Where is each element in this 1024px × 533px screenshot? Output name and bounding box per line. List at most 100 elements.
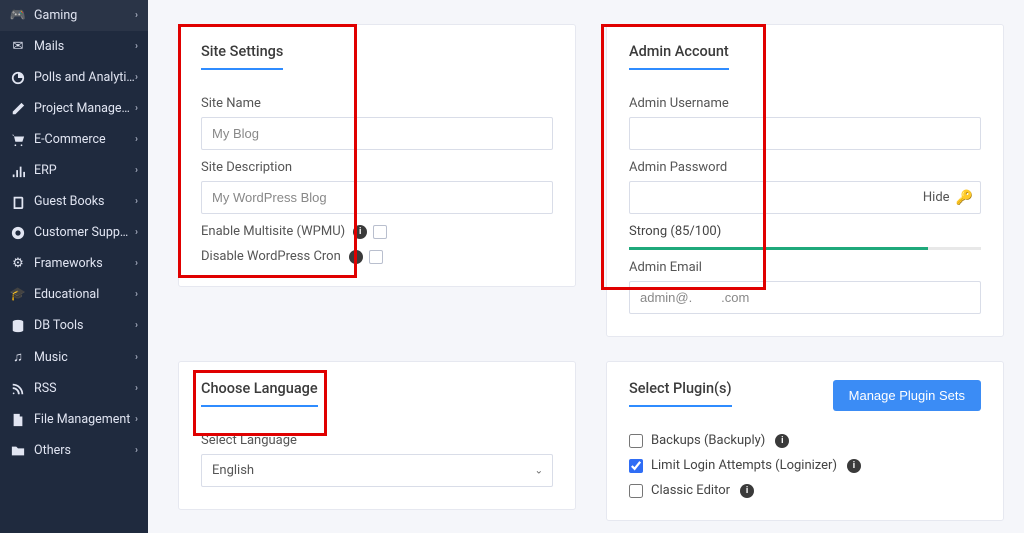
- file-icon: [10, 413, 26, 427]
- chevron-right-icon: ›: [135, 383, 138, 394]
- plugins-title: Select Plugin(s): [629, 380, 732, 407]
- sidebar-item-label: Polls and Analytics: [34, 70, 135, 85]
- select-language-label: Select Language: [201, 433, 553, 448]
- multisite-label: Enable Multisite (WPMU): [201, 224, 345, 239]
- admin-account-card: Admin Account Admin Username Admin Passw…: [606, 24, 1004, 337]
- plugin-label: Backups (Backuply): [651, 433, 765, 448]
- language-select[interactable]: English: [201, 454, 553, 487]
- info-icon[interactable]: i: [740, 484, 754, 498]
- password-strength-bar: [629, 247, 981, 250]
- plugin-backups-checkbox[interactable]: [629, 434, 643, 448]
- site-settings-card: Site Settings Site Name Site Description…: [178, 24, 576, 287]
- cron-checkbox[interactable]: [369, 250, 383, 264]
- sidebar-item-label: Others: [34, 443, 135, 458]
- chart-icon: [10, 71, 26, 85]
- info-icon[interactable]: i: [353, 225, 367, 239]
- grad-cap-icon: 🎓: [10, 287, 26, 302]
- sidebar-item-label: Mails: [34, 39, 135, 54]
- chevron-right-icon: ›: [135, 10, 138, 21]
- sidebar-item-guestbooks[interactable]: Guest Books ›: [0, 186, 148, 217]
- sidebar-item-frameworks[interactable]: ⚙ Frameworks ›: [0, 248, 148, 279]
- plugin-loginizer-checkbox[interactable]: [629, 459, 643, 473]
- sidebar-item-support[interactable]: Customer Support ›: [0, 217, 148, 248]
- plugin-classic-editor-checkbox[interactable]: [629, 484, 643, 498]
- admin-pass-label: Admin Password: [629, 160, 981, 175]
- admin-user-input[interactable]: [629, 117, 981, 150]
- rss-icon: [10, 382, 26, 396]
- sidebar: 🎮 Gaming › ✉ Mails › Polls and Analytics…: [0, 0, 148, 533]
- music-icon: ♫: [10, 349, 26, 365]
- chevron-right-icon: ›: [135, 289, 138, 300]
- chevron-right-icon: ›: [135, 320, 138, 331]
- chevron-right-icon: ›: [135, 352, 138, 363]
- chevron-right-icon: ›: [135, 72, 138, 83]
- pencil-icon: [10, 102, 26, 116]
- multisite-checkbox[interactable]: [373, 225, 387, 239]
- sidebar-item-label: DB Tools: [34, 318, 135, 333]
- manage-plugin-sets-button[interactable]: Manage Plugin Sets: [833, 380, 981, 411]
- sidebar-item-label: Frameworks: [34, 256, 135, 271]
- sidebar-item-rss[interactable]: RSS ›: [0, 373, 148, 404]
- sidebar-item-label: Project Management: [34, 101, 135, 116]
- gamepad-icon: 🎮: [10, 8, 26, 23]
- info-icon[interactable]: i: [775, 434, 789, 448]
- chevron-right-icon: ›: [135, 414, 138, 425]
- site-name-label: Site Name: [201, 96, 553, 111]
- plugin-label: Classic Editor: [651, 483, 730, 498]
- chevron-right-icon: ›: [135, 103, 138, 114]
- hide-password-toggle[interactable]: Hide: [923, 190, 950, 205]
- sidebar-item-label: Customer Support: [34, 225, 135, 240]
- info-icon[interactable]: i: [847, 459, 861, 473]
- envelope-icon: ✉: [10, 39, 26, 54]
- plugins-card: Select Plugin(s) Manage Plugin Sets Back…: [606, 361, 1004, 521]
- site-desc-input[interactable]: [201, 181, 553, 214]
- cart-icon: [10, 133, 26, 147]
- site-settings-title: Site Settings: [201, 43, 283, 70]
- sidebar-item-erp[interactable]: ERP ›: [0, 155, 148, 186]
- language-title: Choose Language: [201, 380, 318, 407]
- sidebar-item-dbtools[interactable]: DB Tools ›: [0, 310, 148, 341]
- sidebar-item-label: E-Commerce: [34, 132, 135, 147]
- info-icon[interactable]: i: [349, 250, 363, 264]
- admin-account-title: Admin Account: [629, 43, 729, 70]
- chevron-right-icon: ›: [135, 41, 138, 52]
- sidebar-item-filemgmt[interactable]: File Management ›: [0, 404, 148, 435]
- admin-email-label: Admin Email: [629, 260, 981, 275]
- sidebar-item-ecommerce[interactable]: E-Commerce ›: [0, 124, 148, 155]
- sidebar-item-educational[interactable]: 🎓 Educational ›: [0, 279, 148, 310]
- sidebar-item-mails[interactable]: ✉ Mails ›: [0, 31, 148, 62]
- chevron-right-icon: ›: [135, 196, 138, 207]
- book-icon: [10, 195, 26, 209]
- sidebar-item-label: Educational: [34, 287, 135, 302]
- chevron-right-icon: ›: [135, 258, 138, 269]
- chevron-right-icon: ›: [135, 445, 138, 456]
- gears-icon: ⚙: [10, 256, 26, 271]
- password-strength-label: Strong (85/100): [629, 224, 981, 239]
- folder-icon: [10, 444, 26, 458]
- admin-user-label: Admin Username: [629, 96, 981, 111]
- sidebar-item-gaming[interactable]: 🎮 Gaming ›: [0, 0, 148, 31]
- admin-email-input[interactable]: [629, 281, 981, 314]
- site-desc-label: Site Description: [201, 160, 553, 175]
- database-icon: [10, 319, 26, 333]
- sidebar-item-label: Music: [34, 350, 135, 365]
- chevron-right-icon: ›: [135, 227, 138, 238]
- plugin-label: Limit Login Attempts (Loginizer): [651, 458, 837, 473]
- sidebar-item-others[interactable]: Others ›: [0, 435, 148, 466]
- sidebar-item-label: RSS: [34, 381, 135, 396]
- sidebar-item-label: ERP: [34, 163, 135, 178]
- sidebar-item-label: Guest Books: [34, 194, 135, 209]
- sidebar-item-project[interactable]: Project Management ›: [0, 93, 148, 124]
- chevron-right-icon: ›: [135, 134, 138, 145]
- life-ring-icon: [10, 226, 26, 240]
- language-card: Choose Language Select Language English …: [178, 361, 576, 510]
- site-name-input[interactable]: [201, 117, 553, 150]
- chevron-right-icon: ›: [135, 165, 138, 176]
- sidebar-item-label: File Management: [34, 412, 135, 427]
- bars-icon: [10, 164, 26, 178]
- key-icon[interactable]: 🔑: [956, 190, 973, 206]
- main-content: Site Settings Site Name Site Description…: [148, 0, 1024, 533]
- sidebar-item-label: Gaming: [34, 8, 135, 23]
- sidebar-item-polls[interactable]: Polls and Analytics ›: [0, 62, 148, 93]
- sidebar-item-music[interactable]: ♫ Music ›: [0, 341, 148, 373]
